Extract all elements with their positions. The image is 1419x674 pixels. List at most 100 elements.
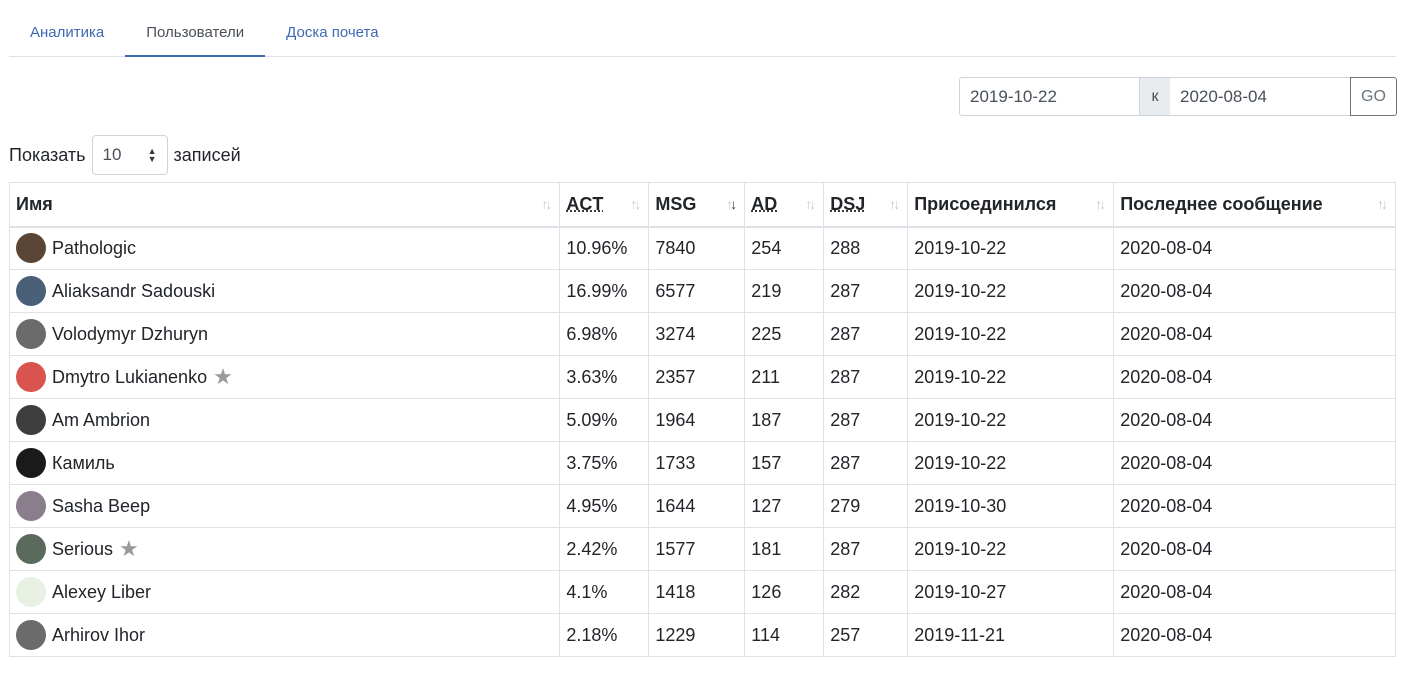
msg-cell: 6577 — [648, 269, 746, 313]
column-header-dsj[interactable]: DSJ ↑↓ — [823, 182, 909, 228]
table-row: Alexey Liber 4.1% 1418 126 282 2019-10-27 2020… — [8, 570, 1396, 614]
user-name: Volodymyr Dzhuryn — [52, 323, 209, 344]
msg-cell: 2357 — [648, 355, 746, 399]
act-cell: 2.42% — [559, 527, 650, 571]
act-cell: 4.95% — [559, 484, 650, 528]
column-header-label: AD — [751, 193, 778, 214]
sort-both-icon: ↑↓ — [1377, 196, 1388, 212]
last-message-cell: 2020-08-04 — [1113, 570, 1396, 614]
avatar — [16, 405, 46, 435]
dsj-cell: 287 — [823, 441, 909, 485]
users-table: Имя ↑↓ ACT ↑↓ MSG ↑↓ AD ↑↓ DSJ ↑↓ Присоединился ↑↓ П… — [8, 182, 1396, 657]
user-name-cell: Aliaksandr Sadouski — [8, 269, 561, 313]
ad-cell: 225 — [744, 312, 825, 356]
column-header-label: Последнее сообщение — [1120, 193, 1323, 214]
act-cell: 3.75% — [559, 441, 650, 485]
nav-tabs: Аналитика Пользователи Доска почета — [9, 12, 1396, 57]
date-to-input[interactable] — [1170, 77, 1351, 116]
joined-cell: 2019-10-27 — [907, 570, 1115, 614]
msg-cell: 1229 — [648, 613, 746, 657]
last-message-cell: 2020-08-04 — [1113, 312, 1396, 356]
avatar — [16, 276, 46, 306]
table-row: Pathologic 10.96% 7840 254 288 2019-10-22 2020… — [8, 226, 1396, 270]
msg-cell: 1964 — [648, 398, 746, 442]
table-row: Aliaksandr Sadouski 16.99% 6577 219 287 2019-… — [8, 269, 1396, 313]
column-header-act[interactable]: ACT ↑↓ — [559, 182, 650, 228]
user-name: Dmytro Lukianenko — [52, 366, 208, 387]
length-suffix-label: записей — [173, 144, 241, 165]
table-row: Dmytro Lukianenko ★ 3.63% 2357 211 287 2019-10… — [8, 355, 1396, 399]
last-message-cell: 2020-08-04 — [1113, 226, 1396, 270]
user-name: Sasha Beep — [52, 495, 151, 516]
tab-users[interactable]: Пользователи — [125, 12, 266, 57]
last-message-cell: 2020-08-04 — [1113, 398, 1396, 442]
dsj-cell: 287 — [823, 398, 909, 442]
table-row: Sasha Beep 4.95% 1644 127 279 2019-10-30 2020-… — [8, 484, 1396, 528]
msg-cell: 1733 — [648, 441, 746, 485]
avatar — [16, 620, 46, 650]
column-header-name[interactable]: Имя ↑↓ — [8, 182, 561, 228]
date-from-input[interactable] — [959, 77, 1140, 116]
dsj-cell: 287 — [823, 355, 909, 399]
msg-cell: 1418 — [648, 570, 746, 614]
column-header-label: MSG — [655, 193, 697, 214]
column-header-label: Имя — [16, 193, 53, 214]
sort-both-icon: ↑↓ — [889, 196, 900, 212]
table-row: Камиль 3.75% 1733 157 287 2019-10-22 2020-08-0… — [8, 441, 1396, 485]
act-cell: 4.1% — [559, 570, 650, 614]
act-cell: 2.18% — [559, 613, 650, 657]
table-body: Pathologic 10.96% 7840 254 288 2019-10-22 2020… — [8, 226, 1396, 657]
msg-cell: 3274 — [648, 312, 746, 356]
user-name: Serious — [52, 538, 114, 559]
joined-cell: 2019-10-22 — [907, 441, 1115, 485]
column-header-label: Присоединился — [914, 193, 1057, 214]
date-range-filter: к GO — [959, 77, 1397, 116]
joined-cell: 2019-10-22 — [907, 226, 1115, 270]
length-prefix-label: Показать — [9, 144, 86, 165]
table-row: Arhirov Ihor 2.18% 1229 114 257 2019-11-21 202… — [8, 613, 1396, 657]
ad-cell: 211 — [744, 355, 825, 399]
user-name-cell: Arhirov Ihor — [8, 613, 561, 657]
last-message-cell: 2020-08-04 — [1113, 355, 1396, 399]
table-header-row: Имя ↑↓ ACT ↑↓ MSG ↑↓ AD ↑↓ DSJ ↑↓ Присоединился ↑↓ П… — [8, 182, 1396, 228]
last-message-cell: 2020-08-04 — [1113, 441, 1396, 485]
column-header-label: ACT — [566, 193, 604, 214]
sort-both-icon: ↑↓ — [805, 196, 816, 212]
act-cell: 3.63% — [559, 355, 650, 399]
avatar — [16, 448, 46, 478]
user-name-cell: Am Ambrion — [8, 398, 561, 442]
page-length-select[interactable]: 10 ▲ ▼ — [91, 135, 168, 175]
column-header-ad[interactable]: AD ↑↓ — [744, 182, 825, 228]
page-length-control: Показать 10 ▲ ▼ записей — [9, 135, 241, 175]
dsj-cell: 287 — [823, 312, 909, 356]
last-message-cell: 2020-08-04 — [1113, 269, 1396, 313]
column-header-joined[interactable]: Присоединился ↑↓ — [907, 182, 1115, 228]
avatar — [16, 362, 46, 392]
tab-honor-board[interactable]: Доска почета — [265, 12, 399, 57]
column-header-last-message[interactable]: Последнее сообщение ↑↓ — [1113, 182, 1396, 228]
joined-cell: 2019-10-22 — [907, 312, 1115, 356]
column-header-msg[interactable]: MSG ↑↓ — [648, 182, 746, 228]
ad-cell: 114 — [744, 613, 825, 657]
msg-cell: 1577 — [648, 527, 746, 571]
joined-cell: 2019-11-21 — [907, 613, 1115, 657]
page-length-value: 10 — [102, 145, 122, 164]
sort-both-icon: ↑↓ — [1095, 196, 1106, 212]
act-cell: 16.99% — [559, 269, 650, 313]
ad-cell: 157 — [744, 441, 825, 485]
table-row: Am Ambrion 5.09% 1964 187 287 2019-10-22 2020-… — [8, 398, 1396, 442]
user-name: Arhirov Ihor — [52, 624, 146, 645]
msg-cell: 1644 — [648, 484, 746, 528]
go-button[interactable]: GO — [1350, 77, 1397, 116]
user-name-cell: Alexey Liber — [8, 570, 561, 614]
dsj-cell: 288 — [823, 226, 909, 270]
last-message-cell: 2020-08-04 — [1113, 484, 1396, 528]
ad-cell: 127 — [744, 484, 825, 528]
avatar — [16, 233, 46, 264]
tab-analytics[interactable]: Аналитика — [9, 12, 125, 57]
table-row: Volodymyr Dzhuryn 6.98% 3274 225 287 2019-10-… — [8, 312, 1396, 356]
user-name-cell: Pathologic — [8, 226, 561, 270]
dsj-cell: 257 — [823, 613, 909, 657]
joined-cell: 2019-10-30 — [907, 484, 1115, 528]
act-cell: 10.96% — [559, 226, 650, 270]
